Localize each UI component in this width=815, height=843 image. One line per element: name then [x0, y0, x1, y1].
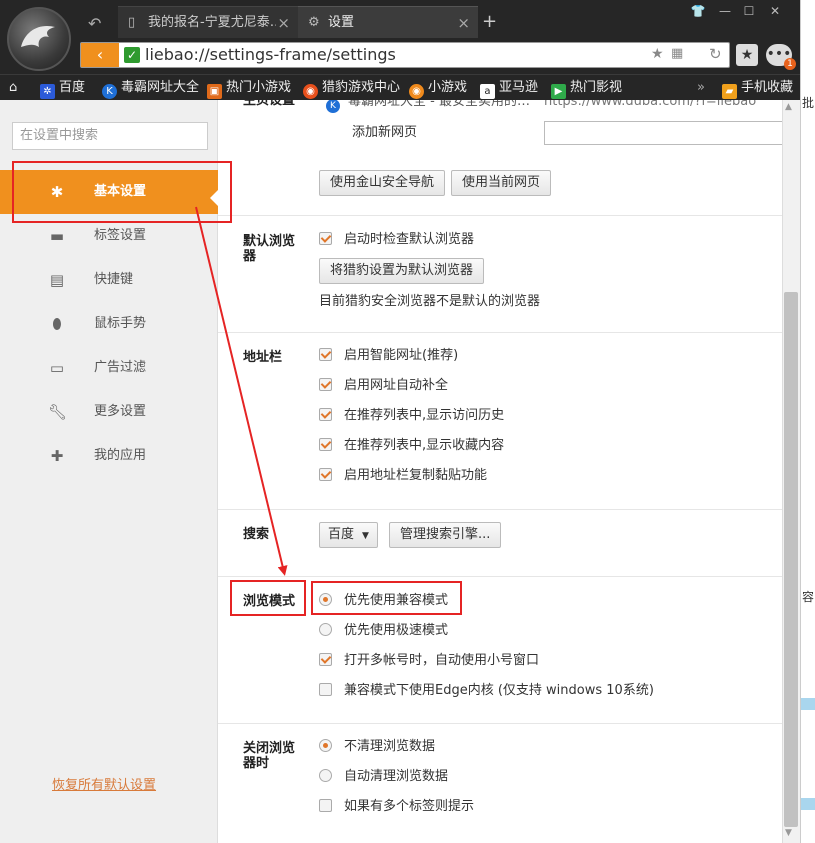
annotation-arrow	[195, 206, 288, 576]
